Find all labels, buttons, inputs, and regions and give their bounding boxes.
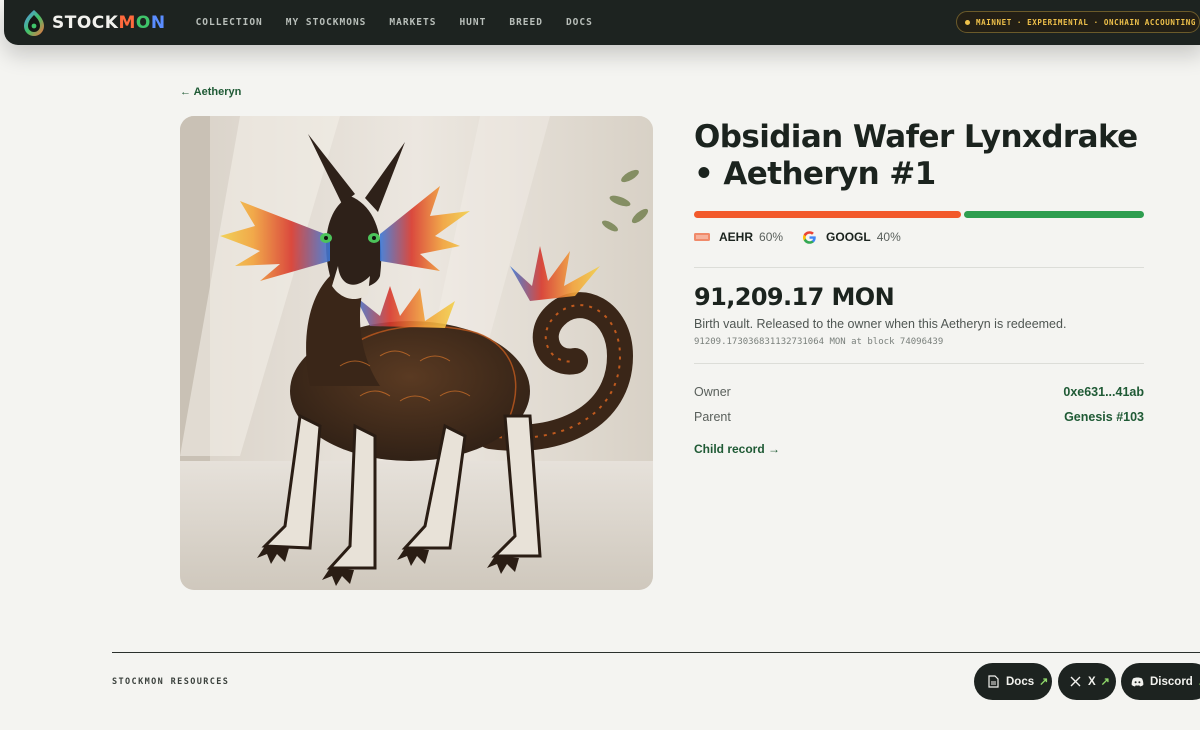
top-nav: STOCKMON COLLECTION MY STOCKMONS MARKETS… [4, 0, 1200, 45]
network-status-text: MAINNET · EXPERIMENTAL · ONCHAIN ACCOUNT… [976, 17, 1196, 27]
creature-image [180, 116, 653, 590]
stockmon-logo-icon [24, 9, 44, 36]
allocation-legend: AEHR 60% GOOGL 40% [694, 229, 919, 245]
vault-raw-amount: 91209.173036831132731064 MON at block 74… [694, 337, 944, 347]
owner-address-link[interactable]: 0xe631...41ab [1063, 385, 1144, 399]
legend-percent: 40% [876, 230, 901, 244]
creature-title: Obsidian Wafer Lynxdrake • Aetheryn #1 [694, 119, 1138, 192]
nav-link-breed[interactable]: BREED [509, 17, 543, 28]
brand-wordmark: STOCKMON [52, 12, 166, 33]
nav-link-hunt[interactable]: HUNT [459, 17, 486, 28]
owner-label: Owner [694, 385, 731, 399]
status-dot-icon [965, 19, 970, 25]
nav-links: COLLECTION MY STOCKMONS MARKETS HUNT BRE… [196, 17, 616, 28]
x-logo-icon [1069, 675, 1082, 688]
nav-link-my-stockmons[interactable]: MY STOCKMONS [286, 17, 367, 28]
brand-logo[interactable]: STOCKMON [22, 9, 166, 37]
nav-link-markets[interactable]: MARKETS [389, 17, 436, 28]
network-status-badge: MAINNET · EXPERIMENTAL · ONCHAIN ACCOUNT… [956, 11, 1200, 33]
aehr-logo-icon [694, 229, 710, 245]
creature-illustration [180, 116, 653, 590]
section-divider [694, 363, 1144, 364]
discord-button[interactable]: Discord ↗ [1121, 663, 1200, 700]
external-link-icon: ↗ [1100, 676, 1110, 688]
parent-label: Parent [694, 410, 731, 424]
legend-item-aehr: AEHR 60% [694, 229, 783, 245]
allocation-bar [694, 211, 1144, 218]
x-button[interactable]: X ↗ [1058, 663, 1116, 700]
document-icon [987, 675, 1000, 688]
vault-description: Birth vault. Released to the owner when … [694, 317, 1067, 331]
child-record-link[interactable]: Child record → [694, 442, 780, 456]
legend-percent: 60% [759, 230, 784, 244]
docs-button[interactable]: Docs ↗ [974, 663, 1052, 700]
allocation-segment-aehr [694, 211, 961, 218]
section-divider [694, 267, 1144, 268]
google-logo-icon [801, 229, 817, 245]
docs-button-label: Docs [1006, 675, 1035, 688]
back-to-collection-link[interactable]: ← Aetheryn [180, 86, 241, 98]
footer-resources-label: STOCKMON RESOURCES [112, 677, 230, 687]
allocation-segment-googl [964, 211, 1144, 218]
nav-link-collection[interactable]: COLLECTION [196, 17, 263, 28]
parent-row: Parent Genesis #103 [694, 410, 1144, 424]
legend-item-googl: GOOGL 40% [801, 229, 901, 245]
discord-icon [1131, 675, 1144, 688]
owner-row: Owner 0xe631...41ab [694, 385, 1144, 399]
x-button-label: X [1088, 675, 1096, 688]
parent-link[interactable]: Genesis #103 [1064, 410, 1144, 424]
legend-ticker: AEHR [719, 230, 754, 244]
footer-divider [112, 652, 1200, 653]
vault-amount: 91,209.17 MON [694, 283, 895, 311]
legend-ticker: GOOGL [826, 230, 871, 244]
discord-button-label: Discord [1150, 675, 1193, 688]
nav-link-docs[interactable]: DOCS [566, 17, 593, 28]
external-link-icon: ↗ [1039, 676, 1049, 688]
